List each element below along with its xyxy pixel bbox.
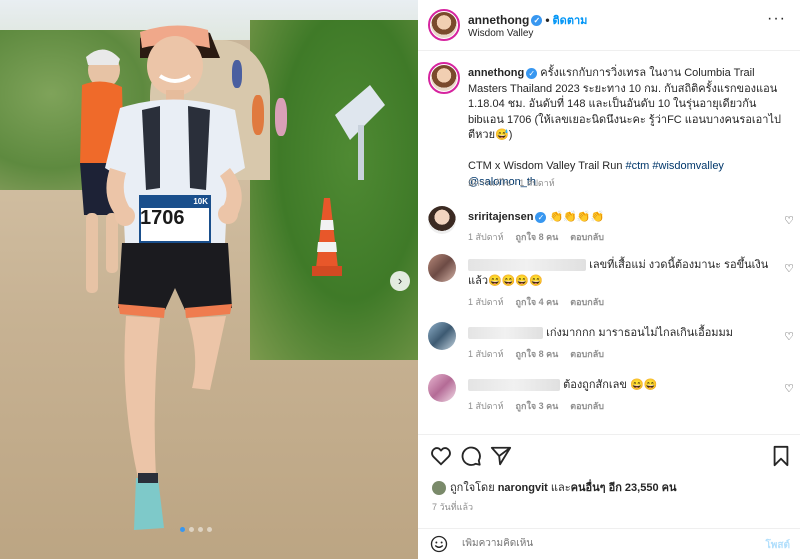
comment-icon[interactable] [460, 445, 482, 467]
comment-body: ต้องถูกสักเลข 😄😄 [468, 377, 773, 393]
comment-likes[interactable]: ถูกใจ 8 คน [516, 232, 559, 242]
verified-icon: ✓ [526, 67, 538, 79]
post-actions [418, 434, 800, 474]
add-comment-bar: โพสต์ [418, 528, 800, 559]
road-sign [335, 85, 385, 180]
carousel-dot[interactable] [189, 527, 194, 532]
comment-text: 👏👏👏👏 [549, 211, 605, 223]
carousel-dots [180, 527, 212, 532]
post-side-panel: annethong ✓ • ติดตาม Wisdom Valley ··· anne… [418, 0, 800, 559]
comment-time[interactable]: 1 สัปดาห์ [468, 232, 504, 242]
comment-text: ต้องถูกสักเลข 😄😄 [563, 379, 658, 391]
main-runner [105, 25, 245, 530]
emoji-icon[interactable] [430, 535, 448, 553]
comment-likes[interactable]: ถูกใจ 3 คน [516, 401, 559, 411]
blurred-username [468, 379, 560, 392]
author-avatar[interactable] [428, 9, 460, 41]
comment-time[interactable]: 1 สัปดาห์ [468, 349, 504, 359]
reply-button[interactable]: ตอบกลับ [570, 401, 604, 411]
comment-body: เก่งมากกก มาราธอนไม่ไกลเกินเอื้อมมม [468, 325, 773, 341]
liker-avatar [432, 481, 446, 496]
comment-time[interactable]: 1 สัปดาห์ [468, 401, 504, 411]
commenter-avatar[interactable] [428, 374, 456, 402]
comments-scroll-area[interactable]: annethong ✓ ครั้งแรกกับการวิ่งเทรล ในงาน … [418, 52, 800, 434]
likes-prefix: ถูกใจโดย [450, 482, 498, 494]
author-username[interactable]: annethong [468, 13, 529, 27]
verified-icon: ✓ [531, 15, 543, 27]
comment-meta: 1 สัปดาห์ ถูกใจ 8 คน ตอบกลับ [468, 230, 616, 244]
carousel-dot[interactable] [198, 527, 203, 532]
comment-like-icon[interactable]: ♡ [784, 330, 794, 343]
commenter-avatar[interactable] [428, 322, 456, 350]
comment-text: เก่งมากกก มาราธอนไม่ไกลเกินเอื้อมมม [546, 327, 734, 339]
bib-number: 1706 [140, 207, 185, 229]
commenter-avatar[interactable] [428, 254, 456, 282]
comment-meta: 1 สัปดาห์ ถูกใจ 8 คน ตอบกลับ [468, 347, 616, 361]
separator: • [545, 13, 550, 27]
share-icon[interactable] [490, 445, 512, 467]
blurred-username [468, 259, 586, 272]
carousel-dot[interactable] [180, 527, 185, 532]
caption-username[interactable]: annethong [468, 67, 524, 79]
comment-body: sriritajensen ✓ 👏👏👏👏 [468, 209, 773, 225]
likes-summary[interactable]: ถูกใจโดย narongvit และคนอื่นๆ อีก 23,550… [432, 478, 677, 496]
blurred-username [468, 327, 543, 340]
more-icon[interactable]: ··· [767, 10, 786, 28]
comment-like-icon[interactable]: ♡ [784, 382, 794, 395]
caption-avatar[interactable] [428, 62, 460, 94]
reply-button[interactable]: ตอบกลับ [570, 232, 604, 242]
post-location[interactable]: Wisdom Valley [468, 28, 533, 39]
comment-body: เลขที่เสื้อแม่ งวดนี้ต้องมานะ รอขึ้นเงิน… [468, 257, 773, 289]
comment-like-icon[interactable]: ♡ [784, 262, 794, 275]
comment-input[interactable] [462, 538, 722, 549]
follow-button[interactable]: ติดตาม [553, 15, 588, 27]
caption-line2: CTM x Wisdom Valley Trail Run [468, 160, 626, 172]
post-comment-button[interactable]: โพสต์ [765, 538, 790, 553]
next-image-button[interactable]: › [390, 271, 410, 291]
like-icon[interactable] [430, 445, 452, 467]
author-header-line: annethong ✓ • ติดตาม [468, 11, 587, 29]
liker-username[interactable]: narongvit [498, 482, 548, 494]
reply-button[interactable]: ตอบกลับ [570, 349, 604, 359]
comment-time[interactable]: 1 สัปดาห์ [468, 297, 504, 307]
traffic-cone [312, 198, 342, 276]
post-header: annethong ✓ • ติดตาม Wisdom Valley ··· [418, 0, 800, 51]
commenter-username[interactable]: sriritajensen [468, 211, 533, 223]
hashtag-link[interactable]: #wisdomvalley [652, 160, 724, 172]
caption-meta: มีการแก้ไข · 1 สัปดาห์ [468, 178, 555, 188]
comment-meta: 1 สัปดาห์ ถูกใจ 4 คน ตอบกลับ [468, 295, 616, 309]
reply-button[interactable]: ตอบกลับ [570, 297, 604, 307]
commenter-avatar[interactable] [428, 206, 456, 234]
post-caption: annethong ✓ ครั้งแรกกับการวิ่งเทรล ในงาน … [468, 66, 788, 190]
verified-icon: ✓ [535, 211, 547, 223]
likes-others[interactable]: คนอื่นๆ อีก 23,550 คน [571, 482, 677, 494]
hashtag-link[interactable]: #ctm [626, 160, 650, 172]
bib-label: 10K [193, 197, 208, 206]
comment-likes[interactable]: ถูกใจ 8 คน [516, 349, 559, 359]
post-time[interactable]: 7 วันที่แล้ว [432, 500, 473, 514]
comment-likes[interactable]: ถูกใจ 4 คน [516, 297, 559, 307]
comment-like-icon[interactable]: ♡ [784, 214, 794, 227]
comment-meta: 1 สัปดาห์ ถูกใจ 3 คน ตอบกลับ [468, 399, 616, 413]
carousel-dot[interactable] [207, 527, 212, 532]
bookmark-icon[interactable] [770, 445, 792, 467]
likes-middle: และ [547, 482, 571, 494]
post-photo[interactable]: 10K 1706 › [0, 0, 418, 559]
